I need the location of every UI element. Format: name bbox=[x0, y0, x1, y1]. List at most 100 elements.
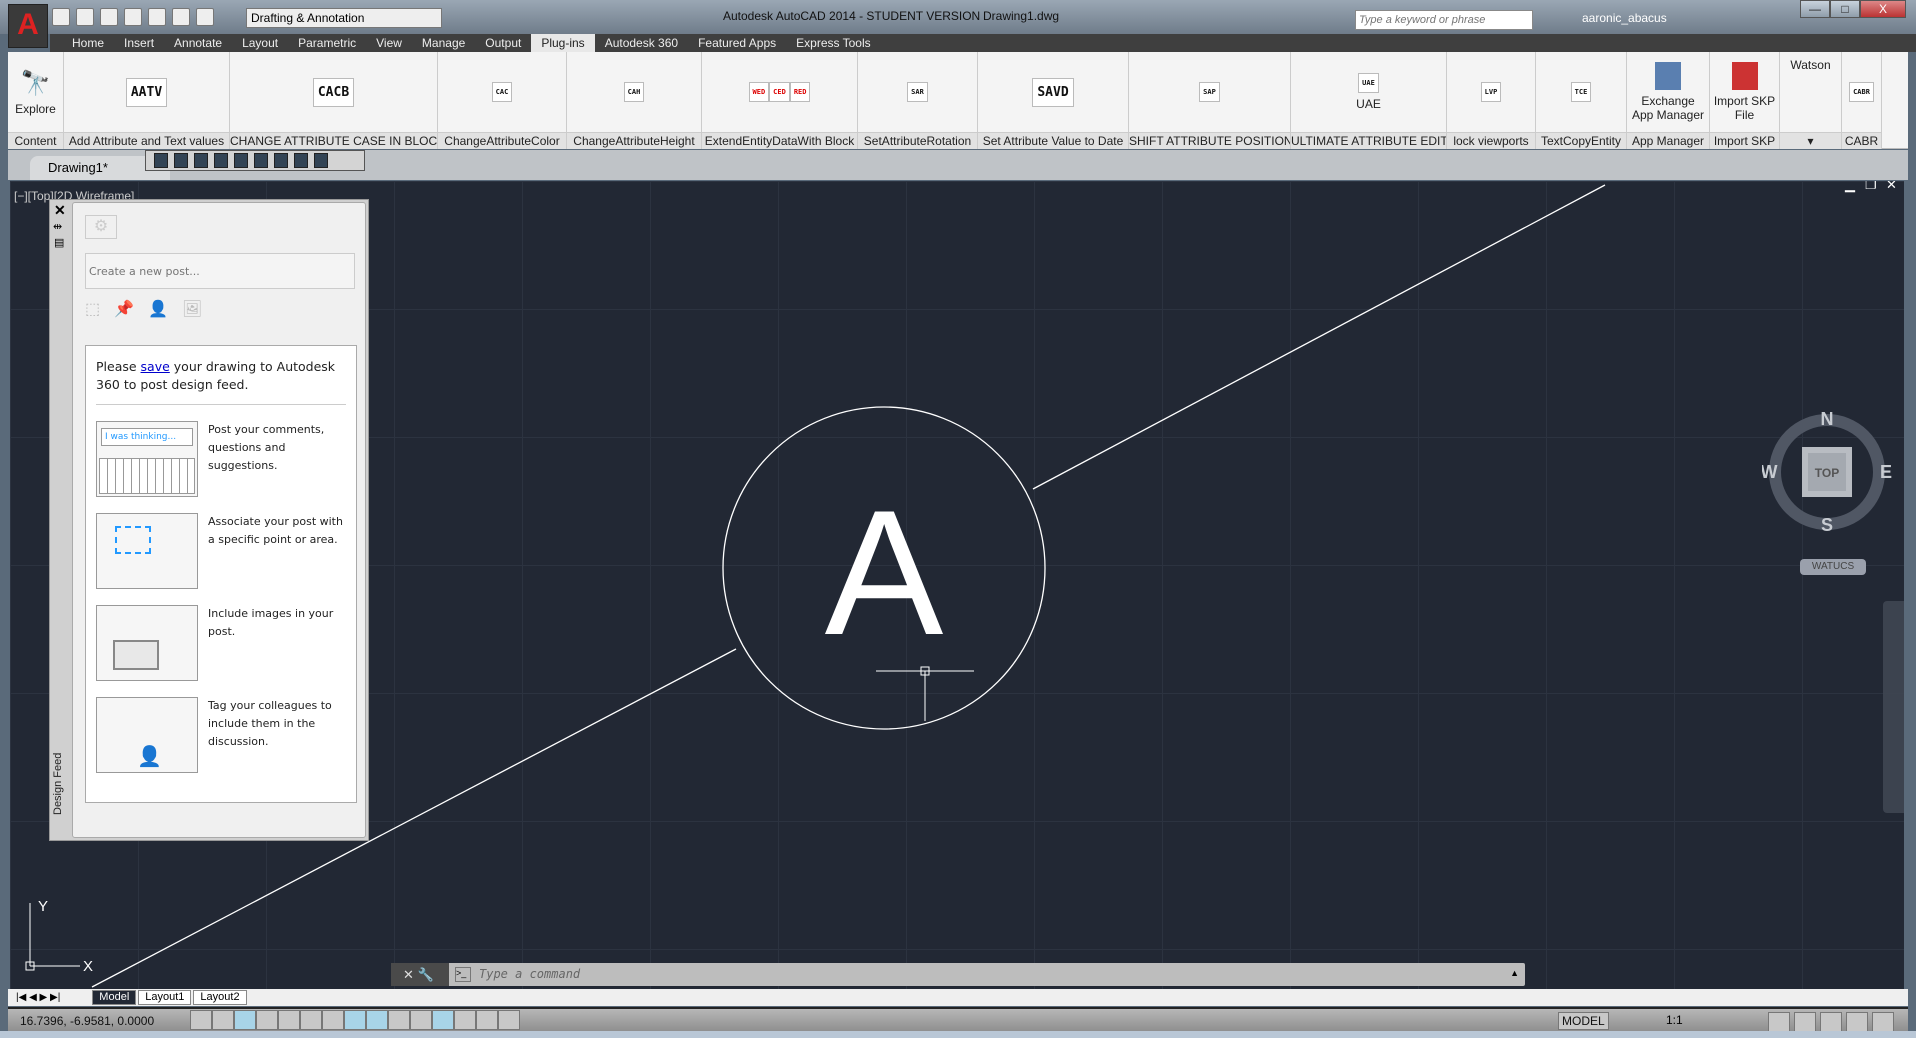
panel-button[interactable]: CACB bbox=[230, 52, 437, 132]
panel-button[interactable]: AATV bbox=[64, 52, 229, 132]
transparency-toggle[interactable] bbox=[432, 1010, 454, 1030]
plugin-icon[interactable]: CED bbox=[769, 82, 790, 102]
undo-icon[interactable] bbox=[172, 8, 190, 26]
tab-featured-apps[interactable]: Featured Apps bbox=[688, 34, 786, 52]
new-icon[interactable] bbox=[52, 8, 70, 26]
minimize-button[interactable]: — bbox=[1800, 0, 1830, 18]
tab-annotate[interactable]: Annotate bbox=[164, 34, 232, 52]
save-as-icon[interactable] bbox=[124, 8, 142, 26]
close-icon[interactable]: ✕ bbox=[403, 967, 414, 982]
add-user-icon[interactable]: 👤 bbox=[148, 299, 168, 319]
toolbar-icon[interactable] bbox=[214, 153, 228, 168]
search-input[interactable] bbox=[1355, 10, 1533, 30]
toolbar-icon[interactable] bbox=[234, 153, 248, 168]
panel-button[interactable]: SAP bbox=[1129, 52, 1290, 132]
command-prompt-icon[interactable]: >_ bbox=[455, 967, 471, 982]
snap-toggle[interactable] bbox=[212, 1010, 234, 1030]
3d-osnap-toggle[interactable] bbox=[322, 1010, 344, 1030]
polar-toggle[interactable] bbox=[278, 1010, 300, 1030]
tab-autodesk-360[interactable]: Autodesk 360 bbox=[595, 34, 688, 52]
grid-toggle[interactable] bbox=[234, 1010, 256, 1030]
panel-button[interactable]: WED CED RED bbox=[702, 52, 857, 132]
quick-properties-toggle[interactable] bbox=[454, 1010, 476, 1030]
lineweight-toggle[interactable] bbox=[410, 1010, 432, 1030]
compass-n[interactable]: N bbox=[1821, 409, 1834, 429]
tab-express-tools[interactable]: Express Tools bbox=[786, 34, 880, 52]
model-space-button[interactable]: MODEL bbox=[1558, 1012, 1609, 1030]
tab-parametric[interactable]: Parametric bbox=[288, 34, 366, 52]
toolbar-icon[interactable] bbox=[274, 153, 288, 168]
expand-history-icon[interactable]: ▲ bbox=[1510, 968, 1519, 978]
user-account[interactable]: aaronic_abacus bbox=[1582, 11, 1667, 25]
tab-insert[interactable]: Insert bbox=[114, 34, 164, 52]
panel-button[interactable]: CAH bbox=[567, 52, 701, 132]
restore-button[interactable]: □ bbox=[1830, 0, 1860, 18]
open-icon[interactable] bbox=[76, 8, 94, 26]
pin-icon[interactable]: 📌 bbox=[114, 299, 134, 319]
toolbar-icon[interactable] bbox=[174, 153, 188, 168]
application-menu-button[interactable]: A bbox=[8, 4, 48, 48]
plot-icon[interactable] bbox=[148, 8, 166, 26]
panel-button[interactable]: TCE bbox=[1536, 52, 1626, 132]
tab-output[interactable]: Output bbox=[475, 34, 531, 52]
tab-manage[interactable]: Manage bbox=[412, 34, 475, 52]
selection-cycling-toggle[interactable] bbox=[476, 1010, 498, 1030]
toolbar-icon[interactable] bbox=[154, 153, 168, 168]
redo-icon[interactable] bbox=[196, 8, 214, 26]
tab-plug-ins[interactable]: Plug-ins bbox=[531, 34, 595, 52]
dyn-toggle[interactable] bbox=[388, 1010, 410, 1030]
panel-button[interactable]: CAC bbox=[438, 52, 566, 132]
toolbar-icon[interactable] bbox=[254, 153, 268, 168]
gear-icon[interactable]: ⚙ bbox=[85, 215, 117, 239]
workspace-dropdown[interactable]: Drafting & Annotation bbox=[246, 8, 442, 28]
viewport-minimize-icon[interactable]: ▁ bbox=[1845, 181, 1855, 193]
close-icon[interactable]: ✕ bbox=[54, 202, 66, 219]
annotation-monitor-toggle[interactable] bbox=[498, 1010, 520, 1030]
palette-titlebar[interactable]: ✕ ⇹ ▤ Design Feed bbox=[50, 200, 70, 842]
panel-button[interactable]: Watson bbox=[1780, 52, 1841, 132]
wrench-icon[interactable]: 🔧 bbox=[418, 967, 434, 982]
panel-button[interactable]: SAR bbox=[858, 52, 977, 132]
image-icon[interactable]: 🖼 bbox=[182, 299, 202, 319]
toolbar-icon[interactable] bbox=[314, 153, 328, 168]
panel-button[interactable]: SAVD bbox=[978, 52, 1128, 132]
layout-tab-model[interactable]: Model bbox=[92, 990, 137, 1005]
viewcube-top[interactable]: TOP bbox=[1815, 466, 1839, 480]
ducs-toggle[interactable] bbox=[366, 1010, 388, 1030]
isolate-objects-icon[interactable] bbox=[1846, 1012, 1868, 1032]
save-icon[interactable] bbox=[100, 8, 118, 26]
ortho-toggle[interactable] bbox=[256, 1010, 278, 1030]
layout-tab-layout1[interactable]: Layout1 bbox=[138, 990, 192, 1005]
panel-button[interactable]: LVP bbox=[1447, 52, 1535, 132]
osnap-toggle[interactable] bbox=[300, 1010, 322, 1030]
save-link[interactable]: save bbox=[141, 359, 170, 374]
tab-home[interactable]: Home bbox=[62, 34, 114, 52]
command-line[interactable]: ✕ 🔧 >_ Type a command ▲ bbox=[391, 963, 1525, 986]
autohide-icon[interactable]: ⇹ bbox=[53, 220, 62, 233]
select-area-icon[interactable]: ⬚ bbox=[85, 299, 100, 319]
annotation-scale[interactable]: 1:1 bbox=[1666, 1013, 1683, 1027]
panel-button[interactable]: 🔭 Explore bbox=[8, 52, 63, 132]
viewport-restore-icon[interactable]: ❐ bbox=[1865, 181, 1877, 193]
compass-w[interactable]: W bbox=[1762, 462, 1778, 482]
properties-icon[interactable]: ▤ bbox=[54, 236, 64, 249]
compass-s[interactable]: S bbox=[1821, 515, 1833, 535]
panel-button[interactable]: Exchange App Manager bbox=[1627, 52, 1709, 132]
plugin-icon[interactable]: WED bbox=[748, 82, 770, 102]
tab-layout[interactable]: Layout bbox=[232, 34, 288, 52]
toolbar-icon[interactable] bbox=[194, 153, 208, 168]
layout-tab-layout2[interactable]: Layout2 bbox=[193, 990, 247, 1005]
panel-button[interactable]: Import SKP File bbox=[1710, 52, 1779, 132]
navigation-bar[interactable] bbox=[1883, 601, 1904, 813]
clean-screen-icon[interactable] bbox=[1872, 1012, 1894, 1032]
close-button[interactable]: X bbox=[1860, 0, 1906, 18]
new-post-input[interactable] bbox=[85, 253, 355, 289]
infer-constraints-toggle[interactable] bbox=[190, 1010, 212, 1030]
lock-icon[interactable] bbox=[1794, 1012, 1816, 1032]
panel-button[interactable]: CABR bbox=[1842, 52, 1881, 132]
panel-button[interactable]: UAE UAE bbox=[1291, 52, 1446, 132]
workspace-switch-icon[interactable] bbox=[1768, 1012, 1790, 1032]
viewport-close-icon[interactable]: ✕ bbox=[1886, 181, 1897, 193]
tab-navigation-icon[interactable]: |◀ ◀ ▶ ▶| bbox=[16, 992, 60, 1003]
tab-view[interactable]: View bbox=[366, 34, 412, 52]
